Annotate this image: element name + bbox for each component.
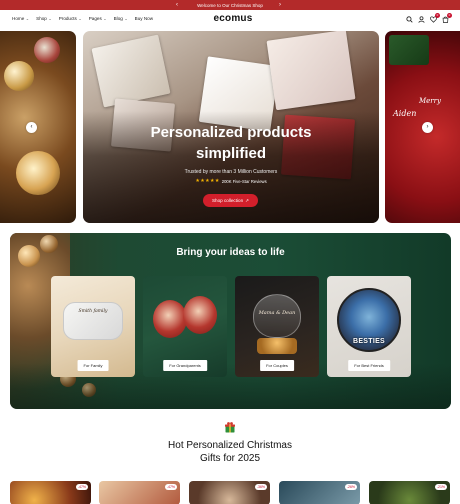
featured-title-line: Gifts for 2025 [199, 453, 261, 464]
gift-box-image [389, 35, 429, 65]
discount-badge: -21% [434, 484, 447, 490]
product-photo [91, 34, 171, 108]
hero-title-line: simplified [195, 145, 266, 162]
product-card[interactable]: -36% [189, 481, 270, 504]
collection-card-grandparents[interactable]: For Grandparents [143, 276, 227, 377]
button-label: Shop collection [211, 198, 244, 203]
suncatcher-text: BESTIES [352, 338, 386, 345]
wishlist-count-badge: 0 [435, 13, 440, 18]
collection-title: Bring your ideas to life [176, 247, 285, 258]
product-card[interactable]: -21% [369, 481, 450, 504]
collection-card-family[interactable]: Smith family For Family [51, 276, 135, 377]
chevron-down-icon: ⌄ [124, 16, 128, 21]
nav-label: Buy Now [134, 16, 154, 21]
chevron-down-icon: ⌄ [25, 16, 30, 21]
chevron-down-icon: ⌄ [48, 16, 52, 21]
chevron-down-icon: ⌄ [103, 16, 107, 21]
announcement-bar: ‹ Welcome to Our Christmas Shop › [0, 0, 460, 10]
discount-badge: -26% [344, 484, 357, 490]
carousel-prev-button[interactable]: ‹ [26, 122, 37, 133]
product-photo [266, 31, 356, 111]
hero-rating: ★★★★★ 200K Five-Star Reviews [83, 178, 379, 184]
chevron-left-icon[interactable]: ‹ [176, 1, 178, 9]
main-nav: Home ⌄ Shop ⌄ Products ⌄ Pages ⌄ Blog ⌄ Buy N… [12, 16, 160, 21]
header-icons: 0 0 [406, 13, 452, 23]
hero-title-line: Personalized products [150, 124, 312, 141]
account-icon[interactable] [418, 15, 425, 23]
announcement-text: Welcome to Our Christmas Shop [197, 2, 263, 8]
site-logo[interactable]: ecomus [210, 13, 256, 24]
nav-item-shop[interactable]: Shop ⌄ [36, 16, 52, 21]
ornament-image [4, 61, 34, 91]
arrow-right-icon: ↗ [245, 197, 249, 203]
nav-label: Pages [88, 16, 102, 21]
nav-label: Blog [113, 16, 123, 21]
chevron-right-icon[interactable]: › [279, 1, 281, 9]
discount-badge: -47% [75, 484, 88, 490]
slide-script-text: Merry [419, 97, 441, 105]
nav-item-buy-now[interactable]: Buy Now [135, 16, 153, 21]
product-card[interactable]: -47% [10, 481, 91, 504]
chevron-down-icon: ⌄ [78, 16, 82, 21]
gift-icon [224, 420, 236, 433]
shop-collection-button[interactable]: Shop collection ↗ [203, 194, 258, 207]
ornament-image [16, 151, 60, 195]
product-card[interactable]: -47% [99, 481, 180, 504]
ornament-image [34, 37, 60, 63]
nav-item-blog[interactable]: Blog ⌄ [114, 16, 128, 21]
slide-script-text: Aiden [393, 109, 417, 118]
nav-label: Home [12, 16, 25, 21]
collection-card-couples[interactable]: Mama & Dean For Couples [235, 276, 319, 377]
hero-carousel: Personalized products simplified Trusted… [0, 30, 460, 224]
ornament-image [63, 302, 123, 340]
card-label: For Best Friends [348, 360, 390, 371]
card-label: For Family [77, 360, 109, 371]
hero-subtitle: Trusted by more than 3 Million Customers [184, 169, 278, 175]
search-icon[interactable] [406, 15, 413, 23]
discount-badge: -47% [164, 484, 177, 490]
ornament-image [153, 300, 187, 338]
lamp-base-image [257, 338, 297, 354]
nav-label: Products [58, 16, 77, 21]
collection-section: Bring your ideas to life Smith family Fo… [10, 233, 451, 409]
featured-title-line: Hot Personalized Christmas [168, 440, 292, 451]
hero-title: Personalized products simplified [83, 122, 379, 164]
hero-slide-prev[interactable] [0, 31, 76, 223]
nav-item-home[interactable]: Home ⌄ [12, 16, 29, 21]
nav-label: Shop [36, 16, 47, 21]
carousel-next-button[interactable]: › [422, 122, 433, 133]
rating-text: 200K Five-Star Reviews [221, 178, 267, 184]
nav-item-pages[interactable]: Pages ⌄ [89, 16, 107, 21]
heart-plaque-image [253, 294, 301, 338]
cart-icon[interactable]: 0 [442, 13, 452, 23]
ornament-text: Smith family [78, 309, 108, 314]
featured-title: Hot Personalized Christmas Gifts for 202… [0, 439, 460, 465]
wishlist-icon[interactable]: 0 [430, 13, 440, 23]
card-label: For Couples [260, 360, 294, 371]
ornament-image [183, 296, 217, 334]
nav-item-products[interactable]: Products ⌄ [59, 16, 82, 21]
site-header: Home ⌄ Shop ⌄ Products ⌄ Pages ⌄ Blog ⌄ Buy N… [0, 10, 460, 30]
product-card[interactable]: -26% [279, 481, 360, 504]
collection-card-best-friends[interactable]: BESTIES For Best Friends [327, 276, 411, 377]
card-label: For Grandparents [163, 360, 207, 371]
star-rating-icon: ★★★★★ [195, 178, 220, 184]
discount-badge: -36% [254, 484, 267, 490]
cart-count-badge: 0 [447, 13, 452, 18]
hero-slide-active[interactable]: Personalized products simplified Trusted… [83, 31, 379, 223]
plaque-text: Mama & Dean [258, 310, 296, 316]
